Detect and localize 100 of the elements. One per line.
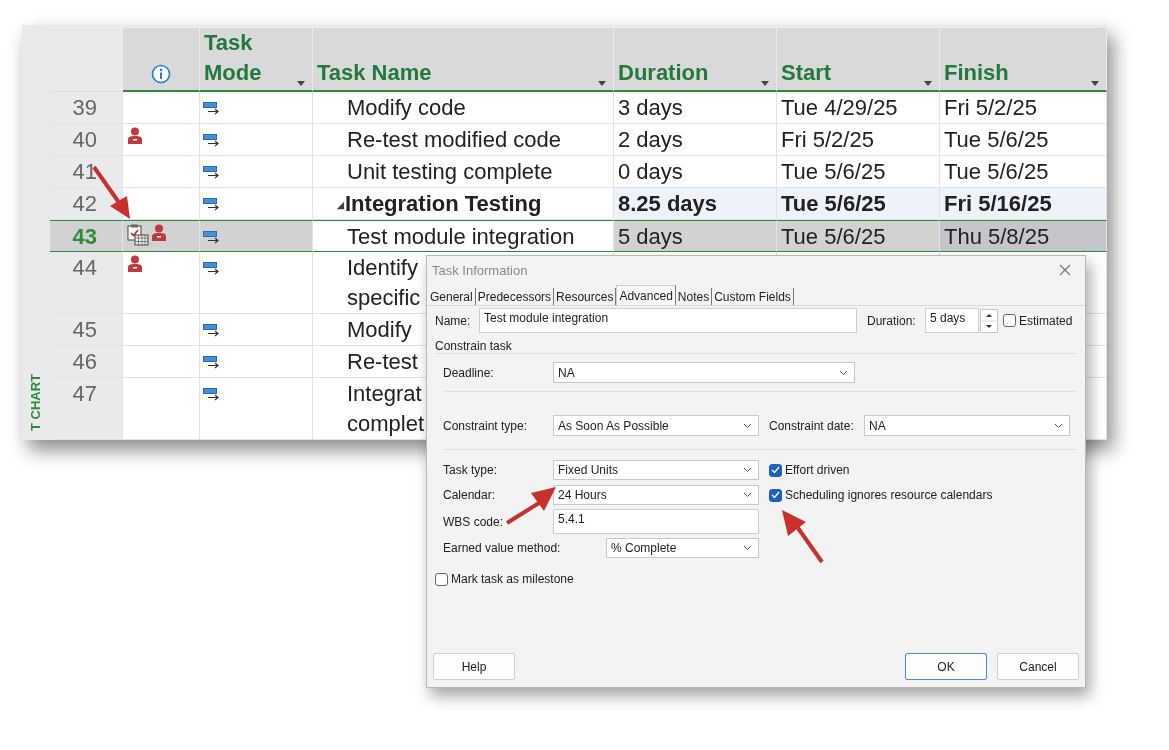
dropdown-arrow-icon[interactable] <box>761 81 769 86</box>
close-icon[interactable] <box>1059 264 1071 276</box>
checkbox-label: Effort driven <box>785 463 850 477</box>
dropdown-arrow-icon[interactable] <box>924 81 932 86</box>
table-cell: Fri 5/2/25 <box>777 124 940 156</box>
dialog-tab[interactable]: Advanced <box>616 285 676 305</box>
dropdown-arrow-icon[interactable] <box>297 81 305 86</box>
column-header[interactable]: Start <box>781 58 832 88</box>
name-field[interactable]: Test module integration <box>479 308 857 333</box>
checkbox-label: Scheduling ignores resource calendars <box>785 488 993 502</box>
task-name: Test module integration <box>347 223 575 251</box>
table-cell: Thu 5/8/25 <box>940 220 1107 252</box>
task-name: Modify code <box>347 94 466 122</box>
dropdown-arrow-icon[interactable] <box>598 81 606 86</box>
task-type-dropdown[interactable]: Fixed Units <box>553 460 759 480</box>
ok-button[interactable]: OK <box>905 653 987 680</box>
dialog-title: Task Information <box>432 262 528 278</box>
task-name: Identify specific <box>347 254 421 312</box>
row-number[interactable]: 46 <box>50 346 123 378</box>
wbs-code-field[interactable]: 5.4.1 <box>553 509 759 534</box>
table-cell: 0 days <box>614 156 777 188</box>
column-header[interactable]: Task Name <box>317 58 432 88</box>
help-button[interactable]: Help <box>433 653 515 680</box>
task-name: Re-test <box>347 348 418 376</box>
table-cell: 2 days <box>614 124 777 156</box>
dialog-tab[interactable]: Resources <box>554 288 617 305</box>
table-cell: Tue 5/6/25 <box>777 156 940 188</box>
field-label: Constraint type: <box>443 418 529 433</box>
auto-scheduled-icon <box>203 262 220 275</box>
task-name: Integration Testing <box>345 190 542 218</box>
table-cell: Tue 5/6/25 <box>777 188 940 220</box>
task-name: Integrat complet <box>347 380 425 438</box>
table-cell: Tue 5/6/25 <box>940 124 1107 156</box>
column-header[interactable]: Duration <box>618 58 709 88</box>
calendar-dropdown[interactable]: 24 Hours <box>553 485 759 505</box>
field-label: Task type: <box>443 463 499 477</box>
info-icon[interactable] <box>151 64 171 84</box>
chevron-down-icon <box>743 422 752 429</box>
field-label: Deadline: <box>443 365 495 380</box>
constraint-date-dropdown[interactable]: NA <box>864 415 1070 436</box>
dropdown-arrow-icon[interactable] <box>1091 81 1099 86</box>
row-number[interactable]: 47 <box>50 378 123 440</box>
ignore-calendars-checkbox[interactable] <box>769 488 782 502</box>
column-header[interactable]: Task Mode <box>204 28 274 88</box>
field-label: Duration: <box>867 313 917 328</box>
pointer-arrow <box>505 487 556 525</box>
auto-scheduled-icon <box>203 324 220 337</box>
table-cell: Tue 5/6/25 <box>777 220 940 252</box>
earned-value-dropdown[interactable]: % Complete <box>606 538 759 558</box>
chevron-down-icon <box>839 369 848 376</box>
view-bar-label: T CHART <box>28 374 44 431</box>
auto-scheduled-icon <box>203 198 220 211</box>
task-name: Unit testing complete <box>347 158 553 186</box>
task-name: Modify <box>347 316 412 344</box>
checkbox-label: Estimated <box>1019 313 1073 328</box>
spinner-control[interactable] <box>980 308 998 333</box>
field-label: Name: <box>435 313 472 328</box>
row-number[interactable]: 39 <box>50 92 123 124</box>
cancel-button[interactable]: Cancel <box>997 653 1079 680</box>
row-number[interactable]: 45 <box>50 314 123 346</box>
chevron-down-icon <box>743 467 752 473</box>
table-cell: Fri 5/2/25 <box>940 92 1107 124</box>
effort-driven-checkbox[interactable] <box>769 463 782 477</box>
dialog-tab[interactable]: General <box>428 288 476 305</box>
chevron-down-icon <box>743 545 752 551</box>
table-cell: 8.25 days <box>614 188 777 220</box>
row-number[interactable]: 40 <box>50 124 123 156</box>
auto-scheduled-icon <box>203 102 220 115</box>
table-cell: Fri 5/16/25 <box>940 188 1107 220</box>
table-cell: Tue 5/6/25 <box>940 156 1107 188</box>
milestone-checkbox[interactable] <box>435 572 448 586</box>
dialog-tab[interactable]: Notes <box>675 288 713 305</box>
dialog-tab[interactable]: Custom Fields <box>712 288 794 305</box>
checkbox-label: Mark task as milestone <box>451 572 574 586</box>
auto-scheduled-icon <box>203 231 220 244</box>
field-label: WBS code: <box>443 514 505 529</box>
deadline-dropdown[interactable]: NA <box>553 362 855 383</box>
auto-scheduled-icon <box>203 388 220 401</box>
table-cell: 3 days <box>614 92 777 124</box>
auto-scheduled-icon <box>203 356 220 369</box>
field-label: Earned value method: <box>443 541 562 555</box>
collapse-toggle[interactable]: ◢ <box>337 189 344 221</box>
row-number[interactable]: 42 <box>50 188 123 220</box>
column-header[interactable]: Finish <box>944 58 1009 88</box>
chevron-down-icon <box>743 492 752 498</box>
auto-scheduled-icon <box>203 134 220 147</box>
auto-scheduled-icon <box>203 166 220 179</box>
task-name: Re-test modified code <box>347 126 561 154</box>
field-label: Constraint date: <box>769 418 855 433</box>
pointer-arrow <box>782 510 824 564</box>
field-label: Calendar: <box>443 488 497 502</box>
table-cell: Tue 4/29/25 <box>777 92 940 124</box>
dialog-tab[interactable]: Predecessors <box>475 288 555 305</box>
estimated-checkbox[interactable] <box>1003 314 1016 327</box>
duration-field[interactable]: 5 days <box>925 308 979 333</box>
row-number[interactable]: 41 <box>50 156 123 188</box>
row-number[interactable]: 44 <box>50 252 123 314</box>
chevron-down-icon <box>1054 422 1063 429</box>
table-cell: 5 days <box>614 220 777 252</box>
constraint-type-dropdown[interactable]: As Soon As Possible <box>553 415 759 436</box>
